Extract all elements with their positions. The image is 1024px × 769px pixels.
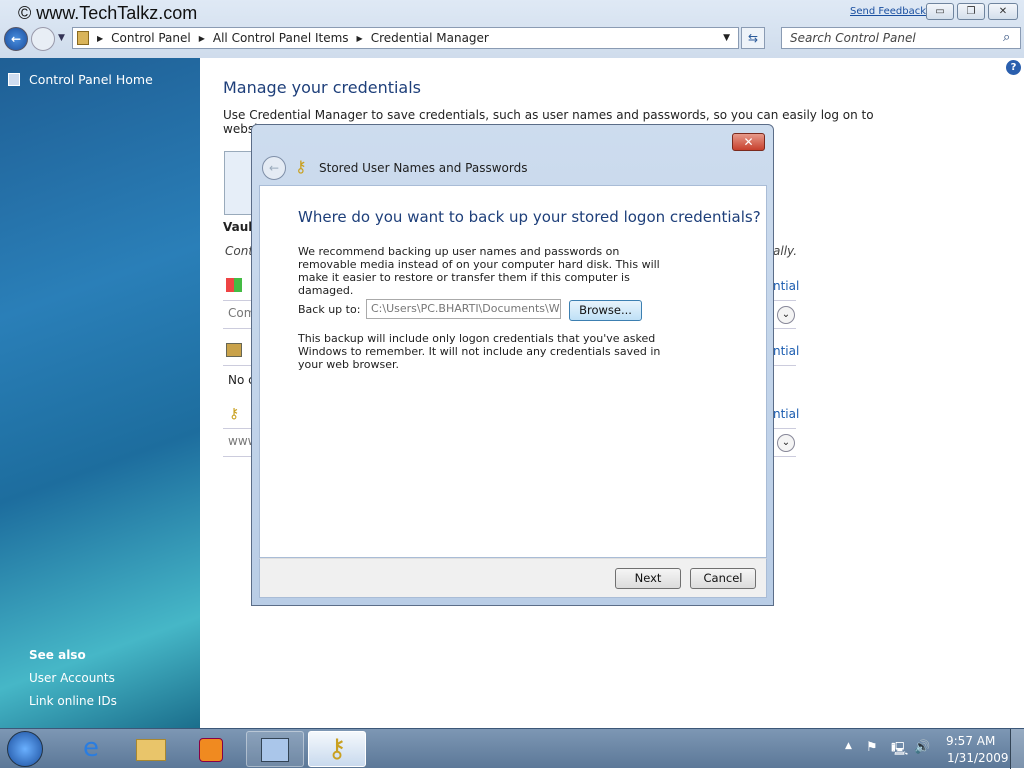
search-icon[interactable]: ⌕ [1003, 30, 1010, 45]
control-panel-home-icon [8, 73, 20, 86]
dialog-title: Stored User Names and Passwords [319, 161, 528, 175]
control-panel-task[interactable] [246, 731, 304, 767]
network-icon[interactable]: 🖳 [891, 740, 908, 762]
explorer-icon[interactable] [122, 731, 180, 767]
dialog-heading: Where do you want to back up your stored… [298, 208, 761, 226]
dialog-close-button[interactable]: ✕ [732, 133, 765, 151]
user-accounts-link[interactable]: User Accounts [29, 671, 115, 685]
restore-button[interactable]: ❐ [957, 3, 985, 20]
stored-credentials-task[interactable]: ⚷ [308, 731, 366, 767]
forward-icon[interactable] [31, 27, 55, 51]
breadcrumb-all-items[interactable]: All Control Panel Items [213, 31, 349, 45]
control-panel-home-link[interactable]: Control Panel Home [29, 72, 153, 87]
refresh-icon[interactable]: ⇆ [741, 27, 765, 49]
internet-explorer-icon[interactable]: e [62, 731, 120, 767]
windows-logo-icon [226, 278, 242, 292]
page-description: Use Credential Manager to save credentia… [223, 108, 874, 122]
breadcrumb-control-panel[interactable]: Control Panel [111, 31, 191, 45]
address-bar[interactable]: ▶ Control Panel ▶ All Control Panel Items … [72, 27, 739, 49]
recommendation-text: We recommend backing up user names and p… [298, 245, 660, 297]
search-input[interactable]: Search Control Panel [781, 27, 1021, 49]
control-panel-icon [77, 31, 89, 45]
sidebar: Control Panel Home See also User Account… [0, 58, 200, 728]
page-title: Manage your credentials [223, 78, 422, 97]
add-certificate-credential-link[interactable]: ntial [773, 344, 799, 358]
vault-text: Cont [225, 244, 254, 258]
vault-icon [224, 151, 254, 215]
send-feedback-link[interactable]: Send Feedback [850, 6, 926, 17]
volume-icon[interactable]: 🔊 [914, 740, 930, 755]
close-window-button[interactable]: ✕ [988, 3, 1018, 20]
add-generic-credential-link[interactable]: ntial [773, 407, 799, 421]
back-icon[interactable]: ← [4, 27, 28, 51]
clock-date[interactable]: 1/31/2009 [947, 751, 1009, 765]
show-desktop-button[interactable] [1010, 729, 1024, 769]
certificate-icon [226, 343, 242, 357]
dialog-back-icon[interactable]: ← [262, 156, 286, 180]
clock-time[interactable]: 9:57 AM [946, 734, 995, 748]
action-center-flag-icon[interactable]: ⚑ [866, 740, 878, 755]
see-also-heading: See also [29, 648, 86, 662]
expand-chevron-icon[interactable]: ⌄ [777, 306, 795, 324]
expand-chevron-icon-2[interactable]: ⌄ [777, 434, 795, 452]
vault-text-end: ally. [773, 244, 798, 258]
dialog-footer: Next Cancel [259, 558, 767, 598]
backup-location-input[interactable]: C:\Users\PC.BHARTI\Documents\Win V [366, 299, 561, 319]
media-player-icon[interactable] [182, 731, 240, 767]
backup-location-label: Back up to: [298, 303, 361, 316]
breadcrumb-credential-manager[interactable]: Credential Manager [371, 31, 489, 45]
minimize-button[interactable]: ▭ [926, 3, 954, 20]
link-online-ids-link[interactable]: Link online IDs [29, 694, 117, 708]
start-button[interactable] [7, 731, 43, 767]
taskbar: e ⚷ ▲ ⚑ 🖳 🔊 9:57 AM 1/31/2009 [0, 728, 1024, 769]
key-icon-title: ⚷ [295, 157, 307, 176]
dialog-body: Where do you want to back up your stored… [259, 185, 767, 558]
backup-note-text: This backup will include only logon cred… [298, 332, 661, 371]
browse-button[interactable]: Browse... [569, 300, 642, 321]
help-icon[interactable]: ? [1006, 60, 1021, 75]
watermark: © www.TechTalkz.com [18, 3, 198, 23]
recent-pages-dropdown-icon[interactable]: ▼ [58, 33, 65, 43]
show-hidden-icons[interactable]: ▲ [845, 741, 852, 751]
cancel-button[interactable]: Cancel [690, 568, 756, 589]
backup-dialog: ✕ ← ⚷ Stored User Names and Passwords Wh… [251, 124, 774, 606]
key-icon: ⚷ [229, 406, 240, 422]
next-button[interactable]: Next [615, 568, 681, 589]
add-windows-credential-link[interactable]: ntial [773, 279, 799, 293]
address-dropdown-icon[interactable]: ▼ [723, 33, 730, 43]
